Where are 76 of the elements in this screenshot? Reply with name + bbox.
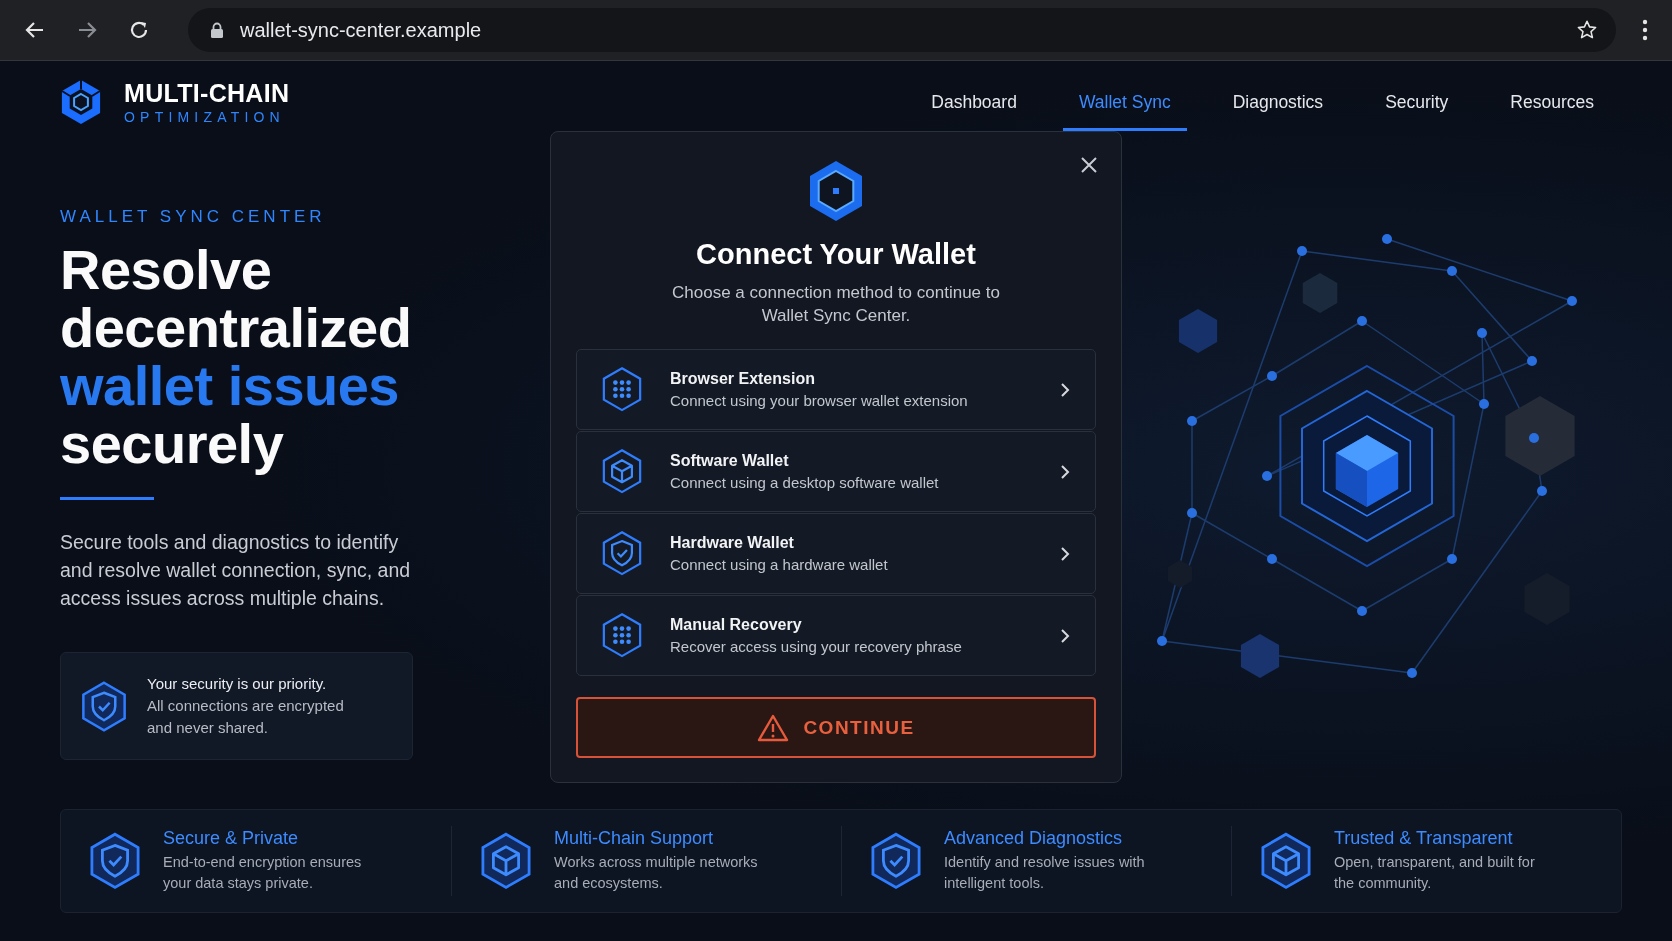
address-bar[interactable]: wallet-sync-center.example	[188, 8, 1616, 52]
hexagon-shape	[1178, 309, 1218, 353]
feature-title: Secure & Private	[163, 828, 300, 849]
node-dot	[1267, 371, 1277, 381]
section-eyebrow: WALLET SYNC CENTER	[60, 207, 327, 227]
dialog-subtitle: Choose a connection method to continue to Wallet Sync Center.	[671, 282, 1001, 327]
option-title: Software Wallet	[670, 452, 790, 470]
connection-option[interactable]: Hardware Wallet Connect using a hardware wallet	[576, 513, 1096, 594]
continue-button[interactable]: CONTINUE	[576, 697, 1096, 758]
node-dot	[1447, 554, 1457, 564]
node-dot	[1357, 316, 1367, 326]
node-dot	[1567, 296, 1577, 306]
node-dot	[1382, 234, 1392, 244]
headline-line: securely	[60, 415, 285, 473]
option-description: Connect using a desktop software wallet	[670, 474, 940, 491]
option-description: Recover access using your recovery phrase	[670, 638, 963, 655]
node-dot	[1537, 486, 1547, 496]
warning-icon	[757, 713, 790, 742]
bookmark-star-icon[interactable]	[1576, 19, 1598, 41]
url-text: wallet-sync-center.example	[240, 18, 483, 42]
brand-tagline: OPTIMIZATION	[124, 109, 286, 125]
feature-description: Open, transparent, and built for the community.	[1334, 853, 1536, 893]
nav-tab[interactable]: Security	[1369, 77, 1465, 131]
feature-description: Identify and resolve issues with intelligent tools.	[944, 853, 1146, 893]
nav-tab[interactable]: Dashboard	[915, 77, 1033, 131]
node-dot	[1187, 508, 1197, 518]
menu-icon[interactable]	[1642, 19, 1648, 41]
nav-tab[interactable]: Diagnostics	[1216, 77, 1340, 131]
feature-description: End-to-end encryption ensures your data stays private.	[163, 853, 363, 893]
node-dot	[1297, 246, 1307, 256]
feature-title: Multi-Chain Support	[554, 828, 715, 849]
notice-text: All connections are encrypted and never shared.	[147, 696, 345, 738]
node-dot	[1447, 266, 1457, 276]
option-description: Connect using a hardware wallet	[670, 556, 889, 573]
cube-hexagon-icon	[600, 447, 644, 496]
nav-tab[interactable]: Resources	[1494, 77, 1610, 131]
reload-icon[interactable]	[128, 19, 150, 41]
node-dot	[1407, 668, 1417, 678]
lock-icon	[210, 21, 224, 39]
node-dot	[1477, 328, 1487, 338]
hexagon-shape	[1240, 634, 1280, 678]
connection-option[interactable]: Browser Extension Connect using your browser wallet extension	[576, 349, 1096, 430]
feature-title: Trusted & Transparent	[1334, 828, 1514, 849]
node-dot	[1267, 554, 1277, 564]
node-dot	[1262, 471, 1272, 481]
dialog-title: Connect Your Wallet	[696, 238, 976, 271]
chevron-right-icon	[1060, 627, 1070, 644]
headline-line: decentralized	[60, 299, 413, 357]
hexagon-shape	[1167, 560, 1193, 588]
node-dot	[1527, 356, 1537, 366]
chevron-right-icon	[1060, 463, 1070, 480]
shield-hexagon-icon	[600, 529, 644, 578]
option-title: Hardware Wallet	[670, 534, 795, 552]
chevron-right-icon	[1060, 381, 1070, 398]
grid-hexagon-icon	[600, 611, 644, 660]
option-title: Browser Extension	[670, 370, 816, 388]
node-dot	[1479, 399, 1489, 409]
connection-option[interactable]: Software Wallet Connect using a desktop software wallet	[576, 431, 1096, 512]
headline-line: Resolve	[60, 241, 273, 299]
feature-title: Advanced Diagnostics	[944, 828, 1124, 849]
node-dot	[1157, 636, 1167, 646]
option-title: Manual Recovery	[670, 616, 803, 634]
hexagon-shape	[1302, 273, 1338, 313]
headline-line: wallet issues	[60, 357, 400, 415]
hero-description: Secure tools and diagnostics to identify and resolve wallet connection, sync, and access issues across multiple chains.	[60, 530, 412, 611]
grid-hexagon-icon	[600, 365, 644, 414]
node-dot	[1187, 416, 1197, 426]
brand-name: MULTI-CHAIN	[124, 79, 290, 108]
node-dot	[1529, 433, 1539, 443]
node-dot	[1357, 606, 1367, 616]
notice-title: Your security is our priority.	[147, 674, 328, 694]
connection-option[interactable]: Manual Recovery Recover access using your recovery phrase	[576, 595, 1096, 676]
feature-description: Works across multiple networks and ecosystems.	[554, 853, 759, 893]
chevron-right-icon	[1060, 545, 1070, 562]
option-description: Connect using your browser wallet extension	[670, 392, 969, 409]
close-icon[interactable]	[1080, 156, 1098, 174]
